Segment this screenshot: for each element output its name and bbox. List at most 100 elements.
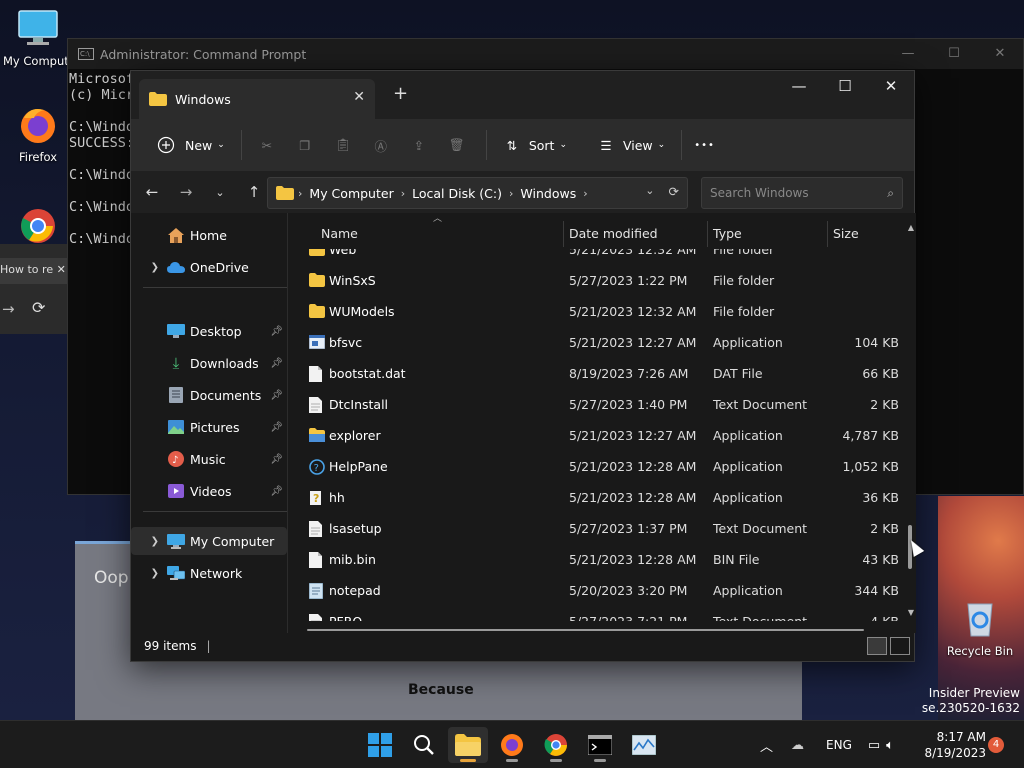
file-row[interactable]: bootstat.dat 8/19/2023 7:26 AM DAT File 66 … (291, 359, 901, 390)
search-box[interactable]: ⌕ (701, 177, 903, 209)
sort-button[interactable]: ⇅ Sort ⌄ (495, 129, 571, 161)
pin-icon[interactable]: 📌︎ (270, 454, 283, 465)
new-button[interactable]: New ⌄ (149, 129, 229, 161)
network-disconnected-icon[interactable]: ☁︎ (791, 738, 804, 753)
file-row[interactable]: WUModels 5/21/2023 12:32 AM File folder (291, 297, 901, 328)
new-tab-button[interactable]: + (393, 83, 408, 104)
column-header-date[interactable]: Date modified (569, 219, 658, 249)
taskbar-file-explorer[interactable] (448, 727, 488, 763)
taskbar-chrome[interactable] (536, 727, 576, 763)
rename-button[interactable]: Ⓐ (364, 129, 398, 161)
expand-chevron-icon[interactable]: ❯ (137, 568, 159, 579)
forward-arrow-icon[interactable]: → (169, 183, 203, 201)
search-button[interactable] (404, 727, 444, 763)
vertical-scrollbar[interactable]: ▲ ▼ (904, 223, 916, 623)
taskbar-command-prompt[interactable] (580, 727, 620, 763)
cmd-titlebar[interactable]: C:\ Administrator: Command Prompt (68, 39, 1023, 69)
more-options-button[interactable]: ••• (690, 129, 719, 161)
up-arrow-icon[interactable]: ↑ (237, 183, 271, 201)
delete-button[interactable]: 🗑︎ (440, 129, 474, 161)
desktop-icon-firefox[interactable]: Firefox (3, 104, 73, 164)
nav-item-videos[interactable]: Videos 📌︎ (131, 477, 287, 505)
desktop-icon-my-computer[interactable]: My Computer (3, 8, 73, 68)
column-divider[interactable] (707, 221, 708, 247)
scroll-down-icon[interactable]: ▼ (908, 608, 914, 617)
refresh-icon[interactable]: ⟳ (669, 184, 679, 199)
scroll-up-icon[interactable]: ▲ (908, 223, 914, 232)
breadcrumb-windows[interactable]: Windows (520, 186, 576, 201)
nav-item-desktop[interactable]: Desktop 📌︎ (131, 317, 287, 345)
nav-item-downloads[interactable]: ⤓ Downloads 📌︎ (131, 349, 287, 377)
file-row[interactable]: ? HelpPane 5/21/2023 12:28 AM Application 1,… (291, 452, 901, 483)
breadcrumb-local-disk[interactable]: Local Disk (C:) (412, 186, 502, 201)
cut-button[interactable]: ✂ (250, 129, 284, 161)
address-history-chevron-icon[interactable]: ⌄ (645, 184, 654, 199)
copy-button[interactable]: ❐ (288, 129, 322, 161)
file-row[interactable]: explorer 5/21/2023 12:27 AM Application 4,7… (291, 421, 901, 452)
nav-item-documents[interactable]: Documents 📌︎ (131, 381, 287, 409)
taskbar-resource-monitor[interactable] (624, 727, 664, 763)
nav-item-pictures[interactable]: Pictures 📌︎ (131, 413, 287, 441)
pin-icon[interactable]: 📌︎ (270, 390, 283, 401)
pin-icon[interactable]: 📌︎ (270, 422, 283, 433)
show-hidden-icons-chevron-icon[interactable]: ︿ (760, 736, 773, 755)
pin-icon[interactable]: 📌︎ (270, 358, 283, 369)
breadcrumb-my-computer[interactable]: My Computer (309, 186, 393, 201)
column-header-name[interactable]: Name (321, 219, 358, 249)
file-row[interactable]: lsasetup 5/27/2023 1:37 PM Text Document 2 … (291, 514, 901, 545)
file-row[interactable]: Web 5/21/2023 12:32 AM File folder (291, 249, 901, 266)
minimize-icon[interactable]: — (885, 39, 931, 69)
nav-item-home[interactable]: Home (131, 221, 287, 249)
file-size: 2 KB (870, 521, 899, 536)
nav-item-onedrive[interactable]: ❯ OneDrive (131, 253, 287, 281)
nav-item-music[interactable]: ♪ Music 📌︎ (131, 445, 287, 473)
column-header-size[interactable]: Size (833, 219, 859, 249)
taskbar-clock[interactable]: 8:17 AM 8/19/2023 (924, 729, 986, 761)
tab-close-icon[interactable]: ✕ (353, 89, 365, 105)
file-row[interactable]: WinSxS 5/27/2023 1:22 PM File folder (291, 266, 901, 297)
address-bar[interactable]: › My Computer › Local Disk (C:) › Window… (267, 177, 688, 209)
maximize-icon[interactable]: ☐ (931, 39, 977, 69)
share-button[interactable]: ⇪ (402, 129, 436, 161)
file-row[interactable]: ? hh 5/21/2023 12:28 AM Application 36 KB (291, 483, 901, 514)
expand-chevron-icon[interactable]: ❯ (137, 536, 159, 547)
paste-button[interactable]: 📋︎ (326, 129, 360, 161)
file-row[interactable]: notepad 5/20/2023 3:20 PM Application 344 K… (291, 576, 901, 607)
tiles-view-icon[interactable] (890, 637, 910, 655)
desktop-icon-recycle-bin[interactable]: Recycle Bin (940, 598, 1020, 658)
column-divider[interactable] (827, 221, 828, 247)
taskbar-firefox[interactable] (492, 727, 532, 763)
column-header-type[interactable]: Type (713, 219, 742, 249)
file-row[interactable]: PFRO 5/27/2023 7:21 PM Text Document 4 KB (291, 607, 901, 621)
browser-forward-icon[interactable]: → (2, 300, 15, 318)
recent-chevron-icon[interactable]: ⌄ (203, 186, 237, 199)
browser-refresh-icon[interactable]: ⟳ (32, 298, 45, 317)
file-row[interactable]: DtcInstall 5/27/2023 1:40 PM Text Document… (291, 390, 901, 421)
view-button[interactable]: ☰ View ⌄ (589, 129, 669, 161)
explorer-titlebar[interactable]: Windows ✕ + — ☐ ✕ (131, 71, 914, 119)
close-icon[interactable]: ✕ (868, 71, 914, 101)
volume-icon[interactable]: 🔈︎ (886, 738, 894, 753)
expand-chevron-icon[interactable]: ❯ (137, 262, 159, 273)
column-divider[interactable] (563, 221, 564, 247)
back-arrow-icon[interactable]: ← (135, 183, 169, 201)
start-button[interactable] (360, 727, 400, 763)
notification-badge[interactable]: 4 (988, 737, 1004, 753)
language-indicator[interactable]: ENG (826, 738, 852, 752)
cloud-icon (167, 259, 185, 275)
file-row[interactable]: bfsvc 5/21/2023 12:27 AM Application 104 KB (291, 328, 901, 359)
close-icon[interactable]: ✕ (977, 39, 1023, 69)
nav-item-my-computer[interactable]: ❯ My Computer (131, 527, 287, 555)
minimize-icon[interactable]: — (776, 71, 822, 101)
file-explorer-window[interactable]: Windows ✕ + — ☐ ✕ New ⌄ ✂ ❐ 📋︎ Ⓐ ⇪ 🗑︎ ⇅ … (130, 70, 916, 662)
tab-windows[interactable]: Windows ✕ (139, 79, 375, 119)
details-view-icon[interactable] (867, 637, 887, 655)
search-input[interactable] (710, 186, 870, 200)
file-row[interactable]: mib.bin 5/21/2023 12:28 AM BIN File 43 KB (291, 545, 901, 576)
pin-icon[interactable]: 📌︎ (270, 326, 283, 337)
pin-icon[interactable]: 📌︎ (270, 486, 283, 497)
nav-item-network[interactable]: ❯ Network (131, 559, 287, 587)
background-browser-tab[interactable]: How to re ✕ (0, 258, 68, 284)
display-icon[interactable]: ▭ (868, 738, 880, 753)
maximize-icon[interactable]: ☐ (822, 71, 868, 101)
